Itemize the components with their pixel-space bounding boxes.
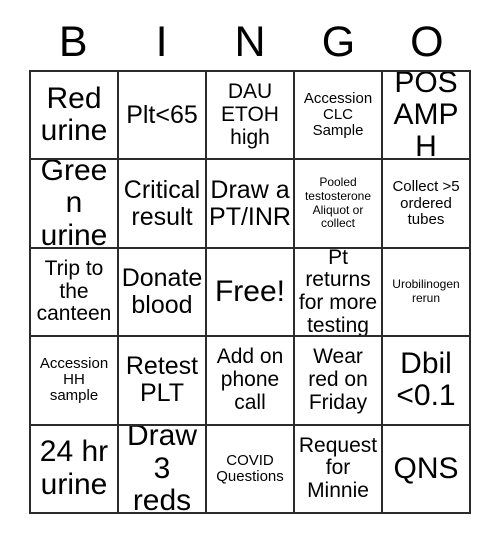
- bingo-cell[interactable]: QNS: [383, 425, 471, 514]
- bingo-cell-label: Urobilinogen rerun: [392, 277, 460, 305]
- bingo-cell[interactable]: Wear red on Friday: [295, 337, 383, 426]
- bingo-cell-label: Red urine: [40, 81, 108, 148]
- bingo-cell-label: Draw a PT/INR: [209, 175, 291, 231]
- bingo-header-letter-g: G: [321, 17, 356, 66]
- bingo-cell[interactable]: Pooled testosterone Aliquot or collect: [295, 160, 383, 249]
- bingo-cell[interactable]: 24 hr urine: [31, 425, 119, 514]
- bingo-cell-label: Pt returns for more testing: [298, 248, 378, 337]
- bingo-header-letter-n: N: [234, 17, 266, 66]
- bingo-cell-label: COVID Questions: [216, 451, 284, 485]
- bingo-grid: Red urine Plt<65 DAU ETOH high Accession CL…: [29, 70, 471, 514]
- bingo-cell-label: POS AMPH: [393, 72, 459, 161]
- bingo-cell[interactable]: Add on phone call: [207, 337, 295, 426]
- bingo-cell-label: QNS: [393, 451, 459, 485]
- bingo-cell[interactable]: Retest PLT: [119, 337, 207, 426]
- bingo-header-letter-b: B: [58, 17, 88, 66]
- bingo-cell[interactable]: Request for Minnie: [295, 425, 383, 514]
- bingo-cell[interactable]: Critical result: [119, 160, 207, 249]
- bingo-cell-label: Add on phone call: [216, 345, 284, 414]
- bingo-cell-label: Retest PLT: [125, 352, 199, 408]
- bingo-cell[interactable]: Dbil <0.1: [383, 337, 471, 426]
- bingo-cell-label: Request for Minnie: [298, 433, 378, 503]
- bingo-cell-free[interactable]: Free!: [207, 248, 295, 338]
- bingo-cell[interactable]: Red urine: [31, 72, 119, 161]
- bingo-header-letter-o: O: [410, 17, 444, 66]
- bingo-cell[interactable]: POS AMPH: [383, 72, 471, 161]
- bingo-cell[interactable]: COVID Questions: [207, 425, 295, 514]
- bingo-cell[interactable]: Plt<65: [119, 72, 207, 161]
- bingo-card: B I N G O Red urine Plt<65 DAU ETOH high Ac…: [0, 0, 500, 544]
- bingo-cell-label: Collect >5 ordered tubes: [392, 178, 460, 228]
- bingo-cell[interactable]: Draw 3 reds: [119, 425, 207, 514]
- bingo-cell-label: Green urine: [40, 160, 108, 249]
- bingo-cell[interactable]: Urobilinogen rerun: [383, 248, 471, 338]
- bingo-cell-label: Draw 3 reds: [126, 425, 197, 514]
- bingo-cell[interactable]: DAU ETOH high: [207, 72, 295, 161]
- bingo-cell-label: Accession HH sample: [39, 355, 109, 405]
- bingo-cell[interactable]: Collect >5 ordered tubes: [383, 160, 471, 249]
- bingo-header: B I N G O: [29, 14, 471, 70]
- bingo-cell-label: Free!: [214, 274, 286, 308]
- bingo-cell[interactable]: Donate blood: [119, 248, 207, 338]
- bingo-cell-label: Dbil <0.1: [396, 347, 456, 413]
- bingo-cell-label: Plt<65: [126, 100, 198, 129]
- bingo-cell-label: DAU ETOH high: [221, 80, 279, 149]
- bingo-cell[interactable]: Green urine: [31, 160, 119, 249]
- bingo-header-letter-i: I: [155, 17, 168, 66]
- bingo-cell[interactable]: Trip to the canteen: [31, 248, 119, 338]
- bingo-cell-label: Pooled testosterone Aliquot or collect: [304, 175, 372, 231]
- bingo-cell[interactable]: Accession HH sample: [31, 337, 119, 426]
- bingo-cell-label: Trip to the canteen: [36, 256, 112, 326]
- bingo-cell[interactable]: Accession CLC Sample: [295, 72, 383, 161]
- bingo-cell-label: Accession CLC Sample: [303, 89, 373, 140]
- bingo-cell-label: Wear red on Friday: [308, 345, 368, 414]
- bingo-cell-label: Donate blood: [121, 263, 203, 319]
- bingo-cell[interactable]: Draw a PT/INR: [207, 160, 295, 249]
- bingo-cell-label: 24 hr urine: [39, 435, 109, 501]
- bingo-cell[interactable]: Pt returns for more testing: [295, 248, 383, 338]
- bingo-cell-label: Critical result: [123, 175, 201, 231]
